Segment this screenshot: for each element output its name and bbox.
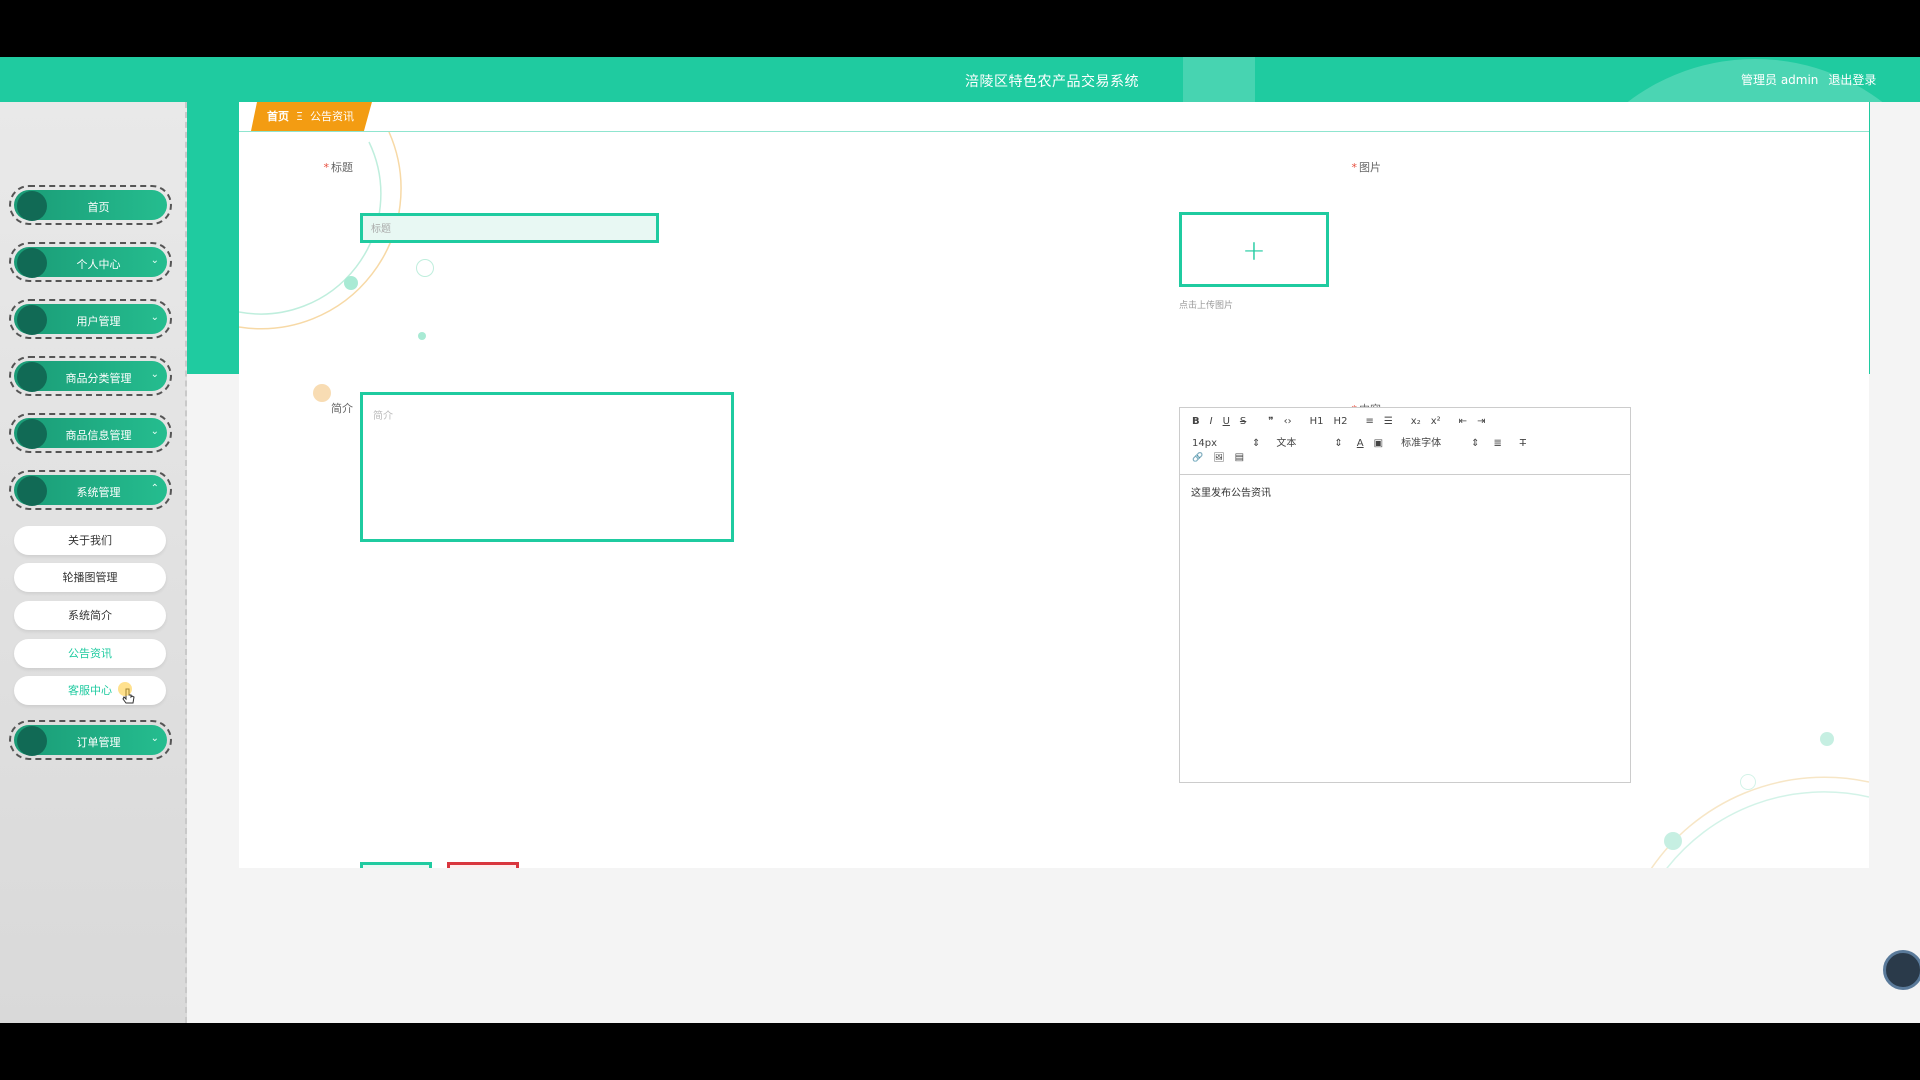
sidebar-subitem-customer-service[interactable]: 客服中心	[14, 676, 166, 705]
logout-link[interactable]: 退出登录	[1828, 73, 1876, 87]
chevron-up-icon: ⌃	[150, 483, 159, 494]
divider	[239, 131, 1869, 132]
sidebar: 首页 个人中心 ⌄ 用户管理 ⌄ 商品分类管理 ⌄ 商品信息管理 ⌄ 系统管理 ⌃ 关于我…	[0, 102, 187, 1023]
video-icon[interactable]: ▤	[1235, 452, 1244, 463]
breadcrumb-home[interactable]: 首页	[267, 110, 289, 123]
chevron-updown-icon: ⇕	[1334, 438, 1343, 449]
image-upload-box[interactable]: +	[1179, 212, 1329, 287]
sidebar-item-order-management[interactable]: 订单管理 ⌄	[9, 720, 172, 760]
text-color-icon[interactable]: A	[1357, 438, 1364, 449]
strike-icon[interactable]: S	[1240, 416, 1246, 427]
decorative-circle	[416, 259, 434, 277]
sidebar-subitem-carousel[interactable]: 轮播图管理	[14, 563, 166, 592]
bullet-list-icon[interactable]: ☰	[1384, 416, 1393, 427]
sidebar-item-home[interactable]: 首页	[9, 185, 172, 225]
menu-dot-icon	[17, 305, 47, 335]
image-label: * 图片	[1351, 161, 1382, 174]
menu-dot-icon	[17, 191, 47, 221]
h2-icon[interactable]: H2	[1334, 416, 1348, 427]
menu-dot-icon	[17, 248, 47, 278]
editor-toolbar: B I U S ❞ ‹› H1 H2 ≡ ☰ x₂ x² ⇤ ⇥ 14px ⇕ 文本 ⇕ A ▣ 标准字体 ⇕ ≣ T̶ 🔗…	[1180, 408, 1630, 475]
user-area: 管理员 admin 退出登录	[1741, 71, 1886, 88]
underline-icon[interactable]: U	[1223, 416, 1230, 427]
align-icon[interactable]: ≣	[1493, 438, 1501, 449]
chevron-down-icon: ⌄	[150, 312, 159, 323]
admin-role-label: 管理员 admin	[1741, 73, 1819, 87]
menu-dot-icon	[17, 419, 47, 449]
link-icon[interactable]: 🔗	[1192, 453, 1203, 463]
bold-icon[interactable]: B	[1192, 416, 1200, 427]
chevron-down-icon: ⌄	[150, 255, 159, 266]
upload-hint: 点击上传图片	[1179, 301, 1234, 311]
indent-icon[interactable]: ⇥	[1477, 416, 1485, 427]
form-panel: 首页 Ξ 公告资讯 * 标题 标题 * 图片 + 点击上传图片 简介 简介 B …	[239, 102, 1869, 868]
app-screen: 涪陵区特色农产品交易系统 管理员 admin 退出登录 首页 个人中心 ⌄ 用户管理…	[0, 57, 1920, 1023]
breadcrumb: 首页 Ξ 公告资讯	[251, 102, 372, 131]
header-decoration	[1183, 57, 1255, 102]
sidebar-item-system-management[interactable]: 系统管理 ⌃	[9, 470, 172, 510]
toolbar-row-insert: 🔗 🖼 ▤	[1192, 452, 1254, 468]
title-label: * 标题	[323, 161, 354, 174]
intro-textarea[interactable]: 简介	[360, 392, 734, 542]
cancel-button[interactable]: 取消	[447, 862, 519, 868]
decorative-circle	[1664, 832, 1682, 850]
code-icon[interactable]: ‹›	[1284, 416, 1292, 427]
sidebar-subitem-system-intro[interactable]: 系统简介	[14, 601, 166, 630]
italic-icon[interactable]: I	[1210, 416, 1213, 427]
superscript-icon[interactable]: x²	[1431, 416, 1441, 427]
chevron-down-icon: ⌄	[150, 426, 159, 437]
chevron-down-icon: ⌄	[150, 733, 159, 744]
editor-body[interactable]: 这里发布公告资讯	[1191, 484, 1271, 499]
menu-dot-icon	[17, 726, 47, 756]
submit-button[interactable]: 提交	[360, 862, 432, 868]
breadcrumb-current: 公告资讯	[309, 110, 354, 123]
decorative-circle	[1740, 774, 1756, 790]
font-family-select[interactable]: 标准字体	[1401, 434, 1461, 449]
sidebar-item-personal-center[interactable]: 个人中心 ⌄	[9, 242, 172, 282]
outdent-icon[interactable]: ⇤	[1459, 416, 1467, 427]
toolbar-row-format: B I U S ❞ ‹› H1 H2 ≡ ☰ x₂ x² ⇤ ⇥	[1192, 416, 1495, 432]
title-input[interactable]: 标题	[360, 213, 659, 243]
sidebar-item-product-management[interactable]: 商品信息管理 ⌄	[9, 413, 172, 453]
system-title: 涪陵区特色农产品交易系统	[965, 74, 1139, 90]
font-size-select[interactable]: 14px	[1192, 438, 1242, 449]
decorative-circle	[418, 332, 426, 340]
image-icon[interactable]: 🖼	[1213, 453, 1224, 463]
rich-text-editor[interactable]: B I U S ❞ ‹› H1 H2 ≡ ☰ x₂ x² ⇤ ⇥ 14px ⇕ 文本 ⇕ A ▣ 标准字体 ⇕ ≣ T̶ 🔗…	[1179, 407, 1631, 783]
decorative-circle	[344, 276, 358, 290]
ordered-list-icon[interactable]: ≡	[1365, 416, 1373, 427]
toolbar-row-selects: 14px ⇕ 文本 ⇕ A ▣ 标准字体 ⇕ ≣ T̶	[1192, 434, 1536, 450]
sidebar-item-category-management[interactable]: 商品分类管理 ⌄	[9, 356, 172, 396]
chevron-updown-icon: ⇕	[1471, 438, 1480, 449]
clear-format-icon[interactable]: T̶	[1520, 438, 1526, 449]
decorative-circle	[1820, 732, 1834, 746]
breadcrumb-separator-icon: Ξ	[296, 110, 303, 123]
menu-dot-icon	[17, 476, 47, 506]
mouse-cursor-icon	[118, 682, 136, 706]
sidebar-subitem-announcements[interactable]: 公告资讯	[14, 639, 166, 668]
chevron-down-icon: ⌄	[150, 369, 159, 380]
background-color-icon[interactable]: ▣	[1374, 438, 1383, 449]
header-select[interactable]: 文本	[1276, 434, 1324, 449]
intro-label: 简介	[331, 402, 353, 415]
h1-icon[interactable]: H1	[1310, 416, 1324, 427]
top-header: 涪陵区特色农产品交易系统 管理员 admin 退出登录	[0, 57, 1920, 102]
sidebar-subitem-about-us[interactable]: 关于我们	[14, 526, 166, 555]
subscript-icon[interactable]: x₂	[1411, 416, 1421, 427]
floating-assistant-icon[interactable]	[1883, 950, 1920, 990]
plus-icon: +	[1242, 233, 1266, 266]
menu-dot-icon	[17, 362, 47, 392]
sidebar-item-user-management[interactable]: 用户管理 ⌄	[9, 299, 172, 339]
chevron-updown-icon: ⇕	[1252, 438, 1261, 449]
quote-icon[interactable]: ❞	[1268, 416, 1273, 427]
